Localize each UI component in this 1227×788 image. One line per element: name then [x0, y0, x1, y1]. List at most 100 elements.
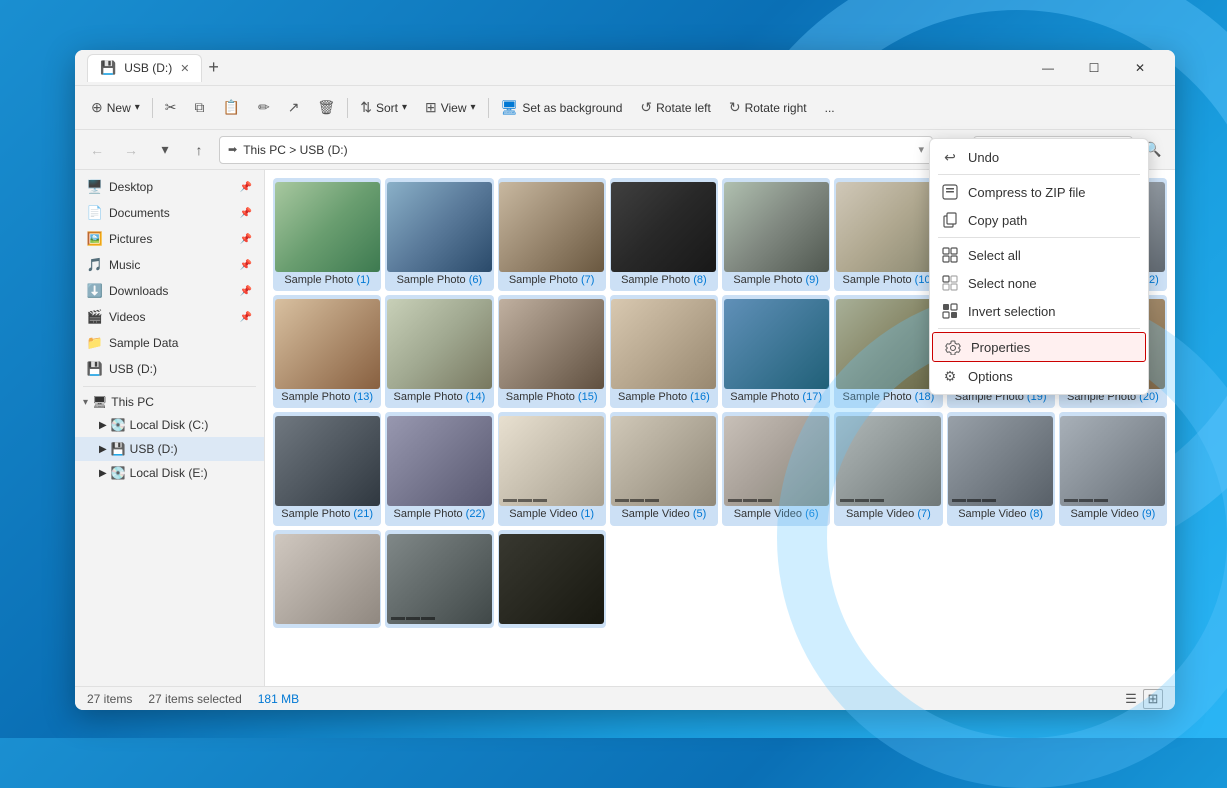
cm-sep-1 — [938, 174, 1140, 175]
desktop-icon: 🖥️ — [87, 179, 103, 195]
grid-view-btn[interactable]: ⊞ — [1143, 689, 1163, 709]
pin-icon: 📌 — [240, 182, 252, 193]
rotate-left-icon: ↺ — [640, 99, 652, 116]
file-thumbnail — [387, 182, 492, 272]
window-controls: — ☐ ✕ — [1025, 53, 1163, 83]
file-item-photo-17[interactable]: Sample Photo (17) — [722, 295, 830, 408]
paste-btn[interactable]: 📋 — [215, 92, 248, 124]
file-item-photo-22[interactable]: Sample Photo (22) — [385, 412, 493, 525]
file-item-video-9[interactable]: Sample Video (9) — [1059, 412, 1167, 525]
copy-btn[interactable]: ⧉ — [187, 92, 213, 124]
file-label: Sample Photo (1) — [284, 274, 370, 287]
cm-select-none-label: Select none — [968, 276, 1037, 291]
pin-icon: 📌 — [240, 260, 252, 271]
cm-properties[interactable]: Properties — [932, 332, 1146, 362]
sidebar-item-pictures[interactable]: 🖼️ Pictures 📌 — [75, 226, 264, 252]
sidebar-item-downloads[interactable]: ⬇️ Downloads 📌 — [75, 278, 264, 304]
active-tab[interactable]: 💾 USB (D:) ✕ — [87, 54, 202, 82]
sidebar-item-usb-quick[interactable]: 💾 USB (D:) — [75, 356, 264, 382]
status-bar: 27 items 27 items selected 181 MB ☰ ⊞ — [75, 686, 1175, 710]
file-item-video-6[interactable]: Sample Video (6) — [722, 412, 830, 525]
sidebar-thispc-section[interactable]: ▾ 🖥 This PC — [75, 391, 264, 413]
set-bg-btn[interactable]: 🖥 Set as background — [493, 92, 631, 124]
file-item-video-5[interactable]: Sample Video (5) — [610, 412, 718, 525]
sidebar-item-videos[interactable]: 🎬 Videos 📌 — [75, 304, 264, 330]
rotate-left-btn[interactable]: ↺ Rotate left — [632, 92, 718, 124]
copy-path-icon — [942, 212, 958, 228]
file-thumbnail — [836, 299, 941, 389]
share-icon: ↗ — [288, 99, 300, 116]
title-bar: 💾 USB (D:) ✕ + — ☐ ✕ — [75, 50, 1175, 86]
file-item-photo-15[interactable]: Sample Photo (15) — [498, 295, 606, 408]
file-label: Sample Video (6) — [734, 508, 819, 521]
new-btn[interactable]: ⊕ New ▾ — [83, 92, 148, 124]
forward-btn[interactable]: → — [117, 136, 145, 164]
file-item-video-8[interactable]: Sample Video (8) — [947, 412, 1055, 525]
new-chevron-icon: ▾ — [135, 102, 140, 113]
recent-locations-btn[interactable]: ▾ — [151, 136, 179, 164]
back-btn[interactable]: ← — [83, 136, 111, 164]
file-thumbnail — [724, 182, 829, 272]
undo-icon: ↩ — [942, 149, 958, 165]
maximize-btn[interactable]: ☐ — [1071, 53, 1117, 83]
close-btn[interactable]: ✕ — [1117, 53, 1163, 83]
minimize-btn[interactable]: — — [1025, 53, 1071, 83]
file-thumbnail — [611, 299, 716, 389]
compress-zip-icon — [942, 184, 958, 200]
cm-select-all[interactable]: Select all — [930, 241, 1148, 269]
file-item-photo-14[interactable]: Sample Photo (14) — [385, 295, 493, 408]
file-item-video-1[interactable]: Sample Video (1) — [498, 412, 606, 525]
sidebar-item-music[interactable]: 🎵 Music 📌 — [75, 252, 264, 278]
new-tab-btn[interactable]: + — [202, 57, 225, 78]
sort-icon: ⇅ — [360, 99, 372, 116]
file-item-photo-10[interactable]: Sample Photo (10) — [834, 178, 942, 291]
file-item-photo-1[interactable]: Sample Photo (1) — [273, 178, 381, 291]
file-size: 181 MB — [258, 692, 299, 706]
file-item-bottom-2[interactable] — [385, 530, 493, 628]
cm-copy-path[interactable]: Copy path — [930, 206, 1148, 234]
rename-btn[interactable]: ✏ — [250, 92, 278, 124]
cm-select-none[interactable]: Select none — [930, 269, 1148, 297]
file-item-photo-6[interactable]: Sample Photo (6) — [385, 178, 493, 291]
cm-undo[interactable]: ↩ Undo — [930, 143, 1148, 171]
file-item-bottom-3[interactable] — [498, 530, 606, 628]
cut-btn[interactable]: ✂ — [157, 92, 185, 124]
paste-icon: 📋 — [223, 99, 240, 116]
sidebar-item-local-e[interactable]: ▶ 💽 Local Disk (E:) — [75, 461, 264, 485]
file-item-bottom-1[interactable] — [273, 530, 381, 628]
file-item-photo-18[interactable]: Sample Photo (18) — [834, 295, 942, 408]
toolbar-sep-1 — [152, 98, 153, 118]
file-item-photo-13[interactable]: Sample Photo (13) — [273, 295, 381, 408]
rotate-right-btn[interactable]: ↻ Rotate right — [721, 92, 815, 124]
selected-count: 27 items selected — [148, 692, 241, 706]
file-item-photo-21[interactable]: Sample Photo (21) — [273, 412, 381, 525]
documents-icon: 📄 — [87, 205, 103, 221]
file-thumbnail — [1060, 416, 1165, 506]
delete-btn[interactable]: 🗑 — [309, 92, 343, 124]
list-view-btn[interactable]: ☰ — [1121, 689, 1141, 709]
view-btn[interactable]: ⊞ View ▾ — [417, 92, 484, 124]
sidebar-item-documents[interactable]: 📄 Documents 📌 — [75, 200, 264, 226]
sidebar-item-desktop[interactable]: 🖥️ Desktop 📌 — [75, 174, 264, 200]
more-btn[interactable]: ... — [817, 92, 843, 124]
share-btn[interactable]: ↗ — [280, 92, 308, 124]
expand-icon: ▾ — [83, 397, 88, 408]
tab-close-btn[interactable]: ✕ — [180, 62, 189, 75]
sort-btn[interactable]: ⇅ Sort ▾ — [352, 92, 415, 124]
cm-options[interactable]: ⚙ Options — [930, 362, 1148, 390]
sidebar-item-sample-data[interactable]: 📁 Sample Data — [75, 330, 264, 356]
cm-invert-selection[interactable]: Invert selection — [930, 297, 1148, 325]
file-item-photo-8[interactable]: Sample Photo (8) — [610, 178, 718, 291]
file-item-photo-7[interactable]: Sample Photo (7) — [498, 178, 606, 291]
sidebar-item-local-c[interactable]: ▶ 💽 Local Disk (C:) — [75, 413, 264, 437]
file-item-video-7[interactable]: Sample Video (7) — [834, 412, 942, 525]
file-item-photo-9[interactable]: Sample Photo (9) — [722, 178, 830, 291]
up-btn[interactable]: ↑ — [185, 136, 213, 164]
pin-icon: 📌 — [240, 312, 252, 323]
file-label: Sample Photo (15) — [506, 391, 598, 404]
cm-compress-zip[interactable]: Compress to ZIP file — [930, 178, 1148, 206]
file-item-photo-16[interactable]: Sample Photo (16) — [610, 295, 718, 408]
address-input[interactable]: ➡ This PC > USB (D:) ▾ — [219, 136, 933, 164]
sidebar-item-usb-d[interactable]: ▶ 💾 USB (D:) — [75, 437, 264, 461]
thispc-icon: 🖥 — [92, 395, 107, 409]
